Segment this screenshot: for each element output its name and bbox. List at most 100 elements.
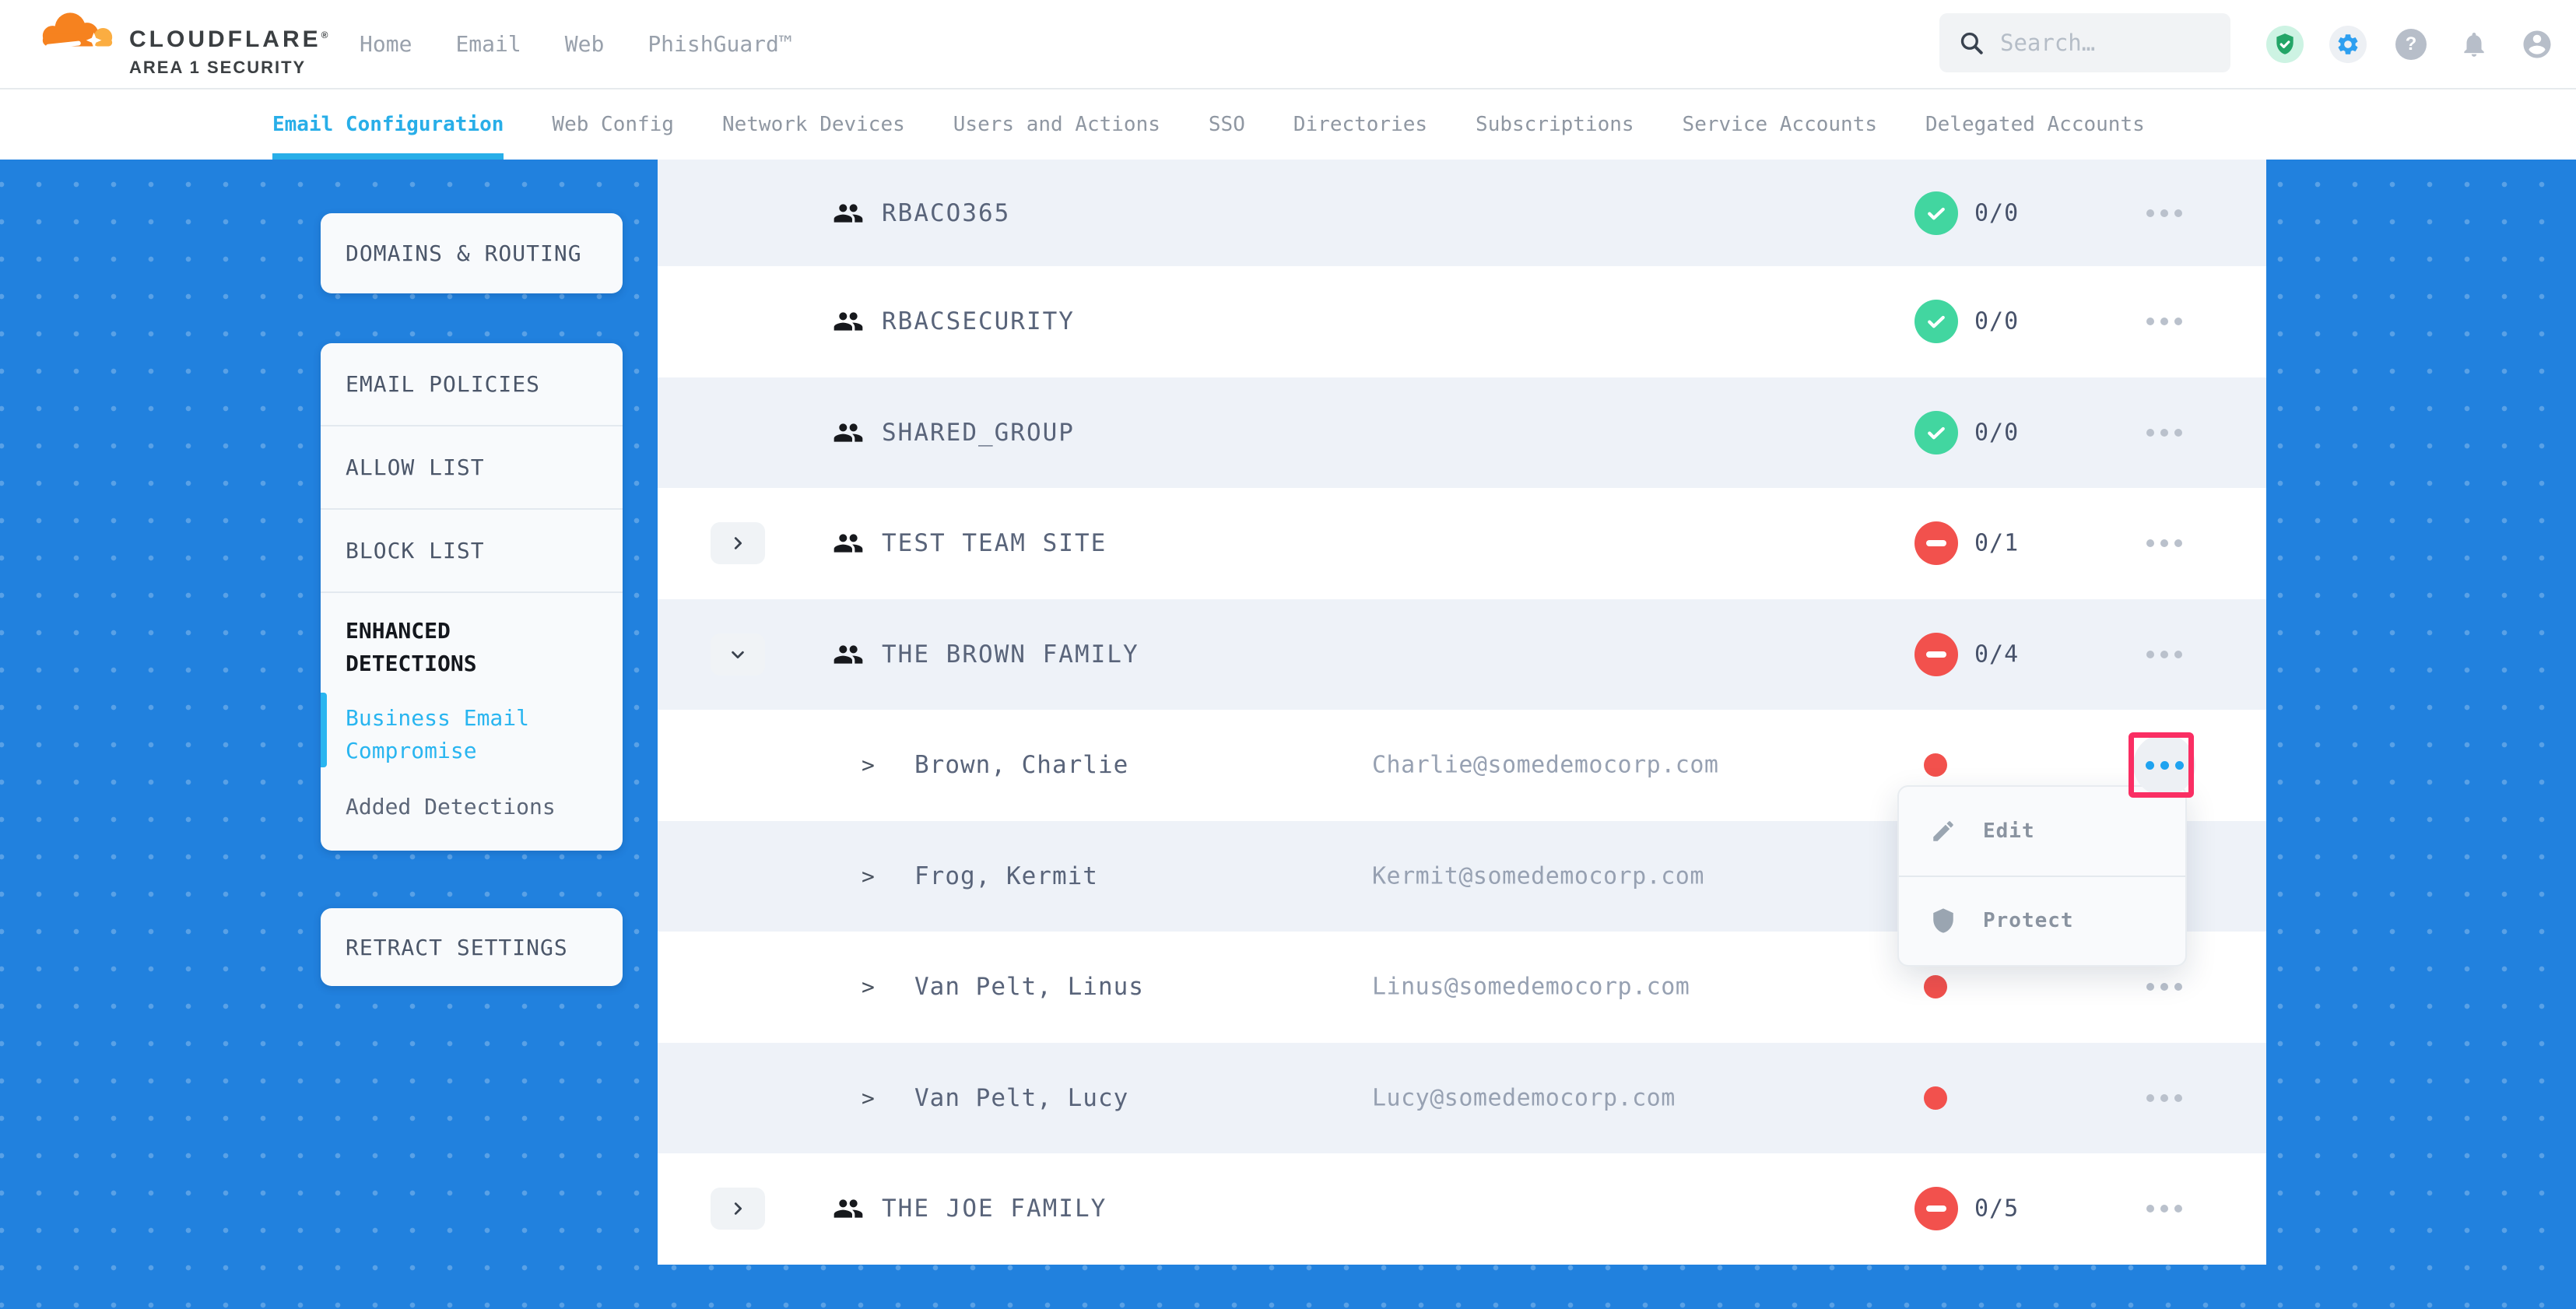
row-menu-button-open[interactable] <box>2133 734 2195 796</box>
protection-count: 0/5 <box>1974 1195 2019 1223</box>
sidebar-item-business-email-compromise[interactable]: Business Email Compromise <box>346 702 556 767</box>
user-chevron: > <box>862 974 875 1000</box>
header-icons: ? <box>2266 0 2556 88</box>
sidebar-item-retract-settings[interactable]: RETRACT SETTINGS <box>346 935 568 960</box>
group-icon <box>830 306 866 337</box>
search-box[interactable] <box>1939 13 2230 72</box>
tab-delegated-accounts[interactable]: Delegated Accounts <box>1925 89 2145 160</box>
sidebar-item-block-list[interactable]: BLOCK LIST <box>321 510 623 593</box>
status-badge-blocked <box>1914 633 1958 676</box>
tab-email-configuration[interactable]: Email Configuration <box>272 89 504 160</box>
user-chevron: > <box>862 863 875 889</box>
area1-security-app: CLOUDFLARE® AREA 1 SECURITY Home Email W… <box>0 0 2576 1309</box>
context-menu-item-edit[interactable]: Edit <box>1899 787 2185 876</box>
group-icon <box>830 417 866 448</box>
protection-count: 0/1 <box>1974 530 2019 557</box>
sidebar-item-allow-list[interactable]: ALLOW LIST <box>321 426 623 510</box>
pencil-icon <box>1930 818 1957 844</box>
tab-users-and-actions[interactable]: Users and Actions <box>953 89 1160 160</box>
table-row-group-rbacsecurity[interactable]: RBACSECURITY 0/0 <box>658 266 2266 377</box>
sidebar-item-email-policies[interactable]: EMAIL POLICIES <box>321 343 623 426</box>
status-badge-ok <box>1914 191 1958 235</box>
sidebar-card-policies: EMAIL POLICIES ALLOW LIST BLOCK LIST ENH… <box>321 343 623 851</box>
protection-count: 0/0 <box>1974 308 2019 335</box>
group-icon <box>830 1193 866 1224</box>
protection-count: 0/0 <box>1974 199 2019 226</box>
table-row-group-the-brown-family[interactable]: THE BROWN FAMILY 0/4 <box>658 599 2266 711</box>
tab-service-accounts[interactable]: Service Accounts <box>1683 89 1877 160</box>
tab-network-devices[interactable]: Network Devices <box>722 89 905 160</box>
tab-sso[interactable]: SSO <box>1209 89 1245 160</box>
sidebar-group-enhanced-detections: ENHANCED DETECTIONS Business Email Compr… <box>321 593 623 823</box>
table-row-group-test-team-site[interactable]: TEST TEAM SITE 0/1 <box>658 488 2266 599</box>
table-row-user-van-pelt-lucy[interactable]: > Van Pelt, Lucy Lucy@somedemocorp.com <box>658 1043 2266 1154</box>
row-menu-button[interactable] <box>2133 402 2195 464</box>
user-chevron: > <box>862 753 875 778</box>
nav-link-phishguard[interactable]: PhishGuard™ <box>648 31 791 57</box>
group-name: THE BROWN FAMILY <box>882 640 1139 669</box>
section-tabbar: Email Configuration Web Config Network D… <box>0 88 2576 160</box>
status-dot-blocked <box>1924 1086 1947 1110</box>
group-icon <box>830 528 866 559</box>
user-email: Charlie@somedemocorp.com <box>1372 752 1718 779</box>
sidebar-item-enhanced-detections[interactable]: ENHANCED DETECTIONS <box>346 615 540 680</box>
sidebar-item-domains-routing[interactable]: DOMAINS & ROUTING <box>346 240 582 266</box>
nav-link-home[interactable]: Home <box>360 31 412 57</box>
user-email: Kermit@somedemocorp.com <box>1372 862 1704 890</box>
gear-icon[interactable] <box>2329 26 2367 63</box>
status-badge-ok <box>1914 300 1958 343</box>
tab-web-config[interactable]: Web Config <box>552 89 674 160</box>
sidebar-card-domains-routing[interactable]: DOMAINS & ROUTING <box>321 213 623 293</box>
status-dot-blocked <box>1924 975 1947 998</box>
brand-name: CLOUDFLARE® <box>129 26 328 53</box>
group-name: RBACO365 <box>882 199 1010 227</box>
tab-subscriptions[interactable]: Subscriptions <box>1476 89 1634 160</box>
user-email: Linus@somedemocorp.com <box>1372 974 1690 1001</box>
brand-subtitle: AREA 1 SECURITY <box>129 58 328 78</box>
nav-link-email[interactable]: Email <box>455 31 521 57</box>
brand-text: CLOUDFLARE® AREA 1 SECURITY <box>129 6 328 78</box>
chevron-down-icon <box>729 646 746 663</box>
row-menu-button[interactable] <box>2133 623 2195 686</box>
row-menu-button[interactable] <box>2133 1177 2195 1240</box>
table-row-group-rbaco365[interactable]: RBACO365 0/0 <box>658 160 2266 266</box>
tab-directories[interactable]: Directories <box>1293 89 1427 160</box>
row-menu-button[interactable] <box>2133 290 2195 353</box>
context-menu-label: Edit <box>1983 819 2035 843</box>
collapse-row-button[interactable] <box>711 633 765 676</box>
table-row-group-shared-group[interactable]: SHARED_GROUP 0/0 <box>658 377 2266 489</box>
cloudflare-logo[interactable]: CLOUDFLARE® AREA 1 SECURITY <box>36 6 328 78</box>
table-row-group-the-joe-family[interactable]: THE JOE FAMILY 0/5 <box>658 1153 2266 1265</box>
app-header: CLOUDFLARE® AREA 1 SECURITY Home Email W… <box>0 0 2576 88</box>
protection-count: 0/0 <box>1974 419 2019 446</box>
group-name: THE JOE FAMILY <box>882 1195 1107 1223</box>
user-name: Van Pelt, Linus <box>914 973 1144 1001</box>
row-menu-button[interactable] <box>2133 512 2195 574</box>
group-icon <box>830 639 866 670</box>
context-menu-item-protect[interactable]: Protect <box>1899 876 2185 964</box>
content-area: DOMAINS & ROUTING EMAIL POLICIES ALLOW L… <box>0 160 2576 1309</box>
protection-count: 0/4 <box>1974 640 2019 668</box>
status-dot-blocked <box>1924 753 1947 777</box>
avatar-icon[interactable] <box>2518 26 2556 63</box>
search-input[interactable] <box>1999 29 2193 57</box>
registered-mark: ® <box>321 30 328 40</box>
bell-icon[interactable] <box>2455 26 2493 63</box>
nav-link-web[interactable]: Web <box>565 31 605 57</box>
row-context-menu: Edit Protect <box>1897 785 2187 967</box>
help-icon[interactable]: ? <box>2392 26 2430 63</box>
chevron-right-icon <box>729 535 746 552</box>
group-icon <box>830 198 866 229</box>
user-name: Brown, Charlie <box>914 751 1128 779</box>
user-chevron: > <box>862 1085 875 1111</box>
expand-row-button[interactable] <box>711 1188 765 1230</box>
groups-table: RBACO365 0/0 RBACSECURITY 0/0 <box>658 160 2266 1265</box>
shield-check-icon[interactable] <box>2266 26 2304 63</box>
sidebar-card-retract-settings[interactable]: RETRACT SETTINGS <box>321 908 623 986</box>
status-badge-ok <box>1914 411 1958 454</box>
expand-row-button[interactable] <box>711 522 765 564</box>
group-name: RBACSECURITY <box>882 307 1075 335</box>
row-menu-button[interactable] <box>2133 1067 2195 1129</box>
sidebar-item-added-detections[interactable]: Added Detections <box>346 791 598 823</box>
row-menu-button[interactable] <box>2133 182 2195 244</box>
